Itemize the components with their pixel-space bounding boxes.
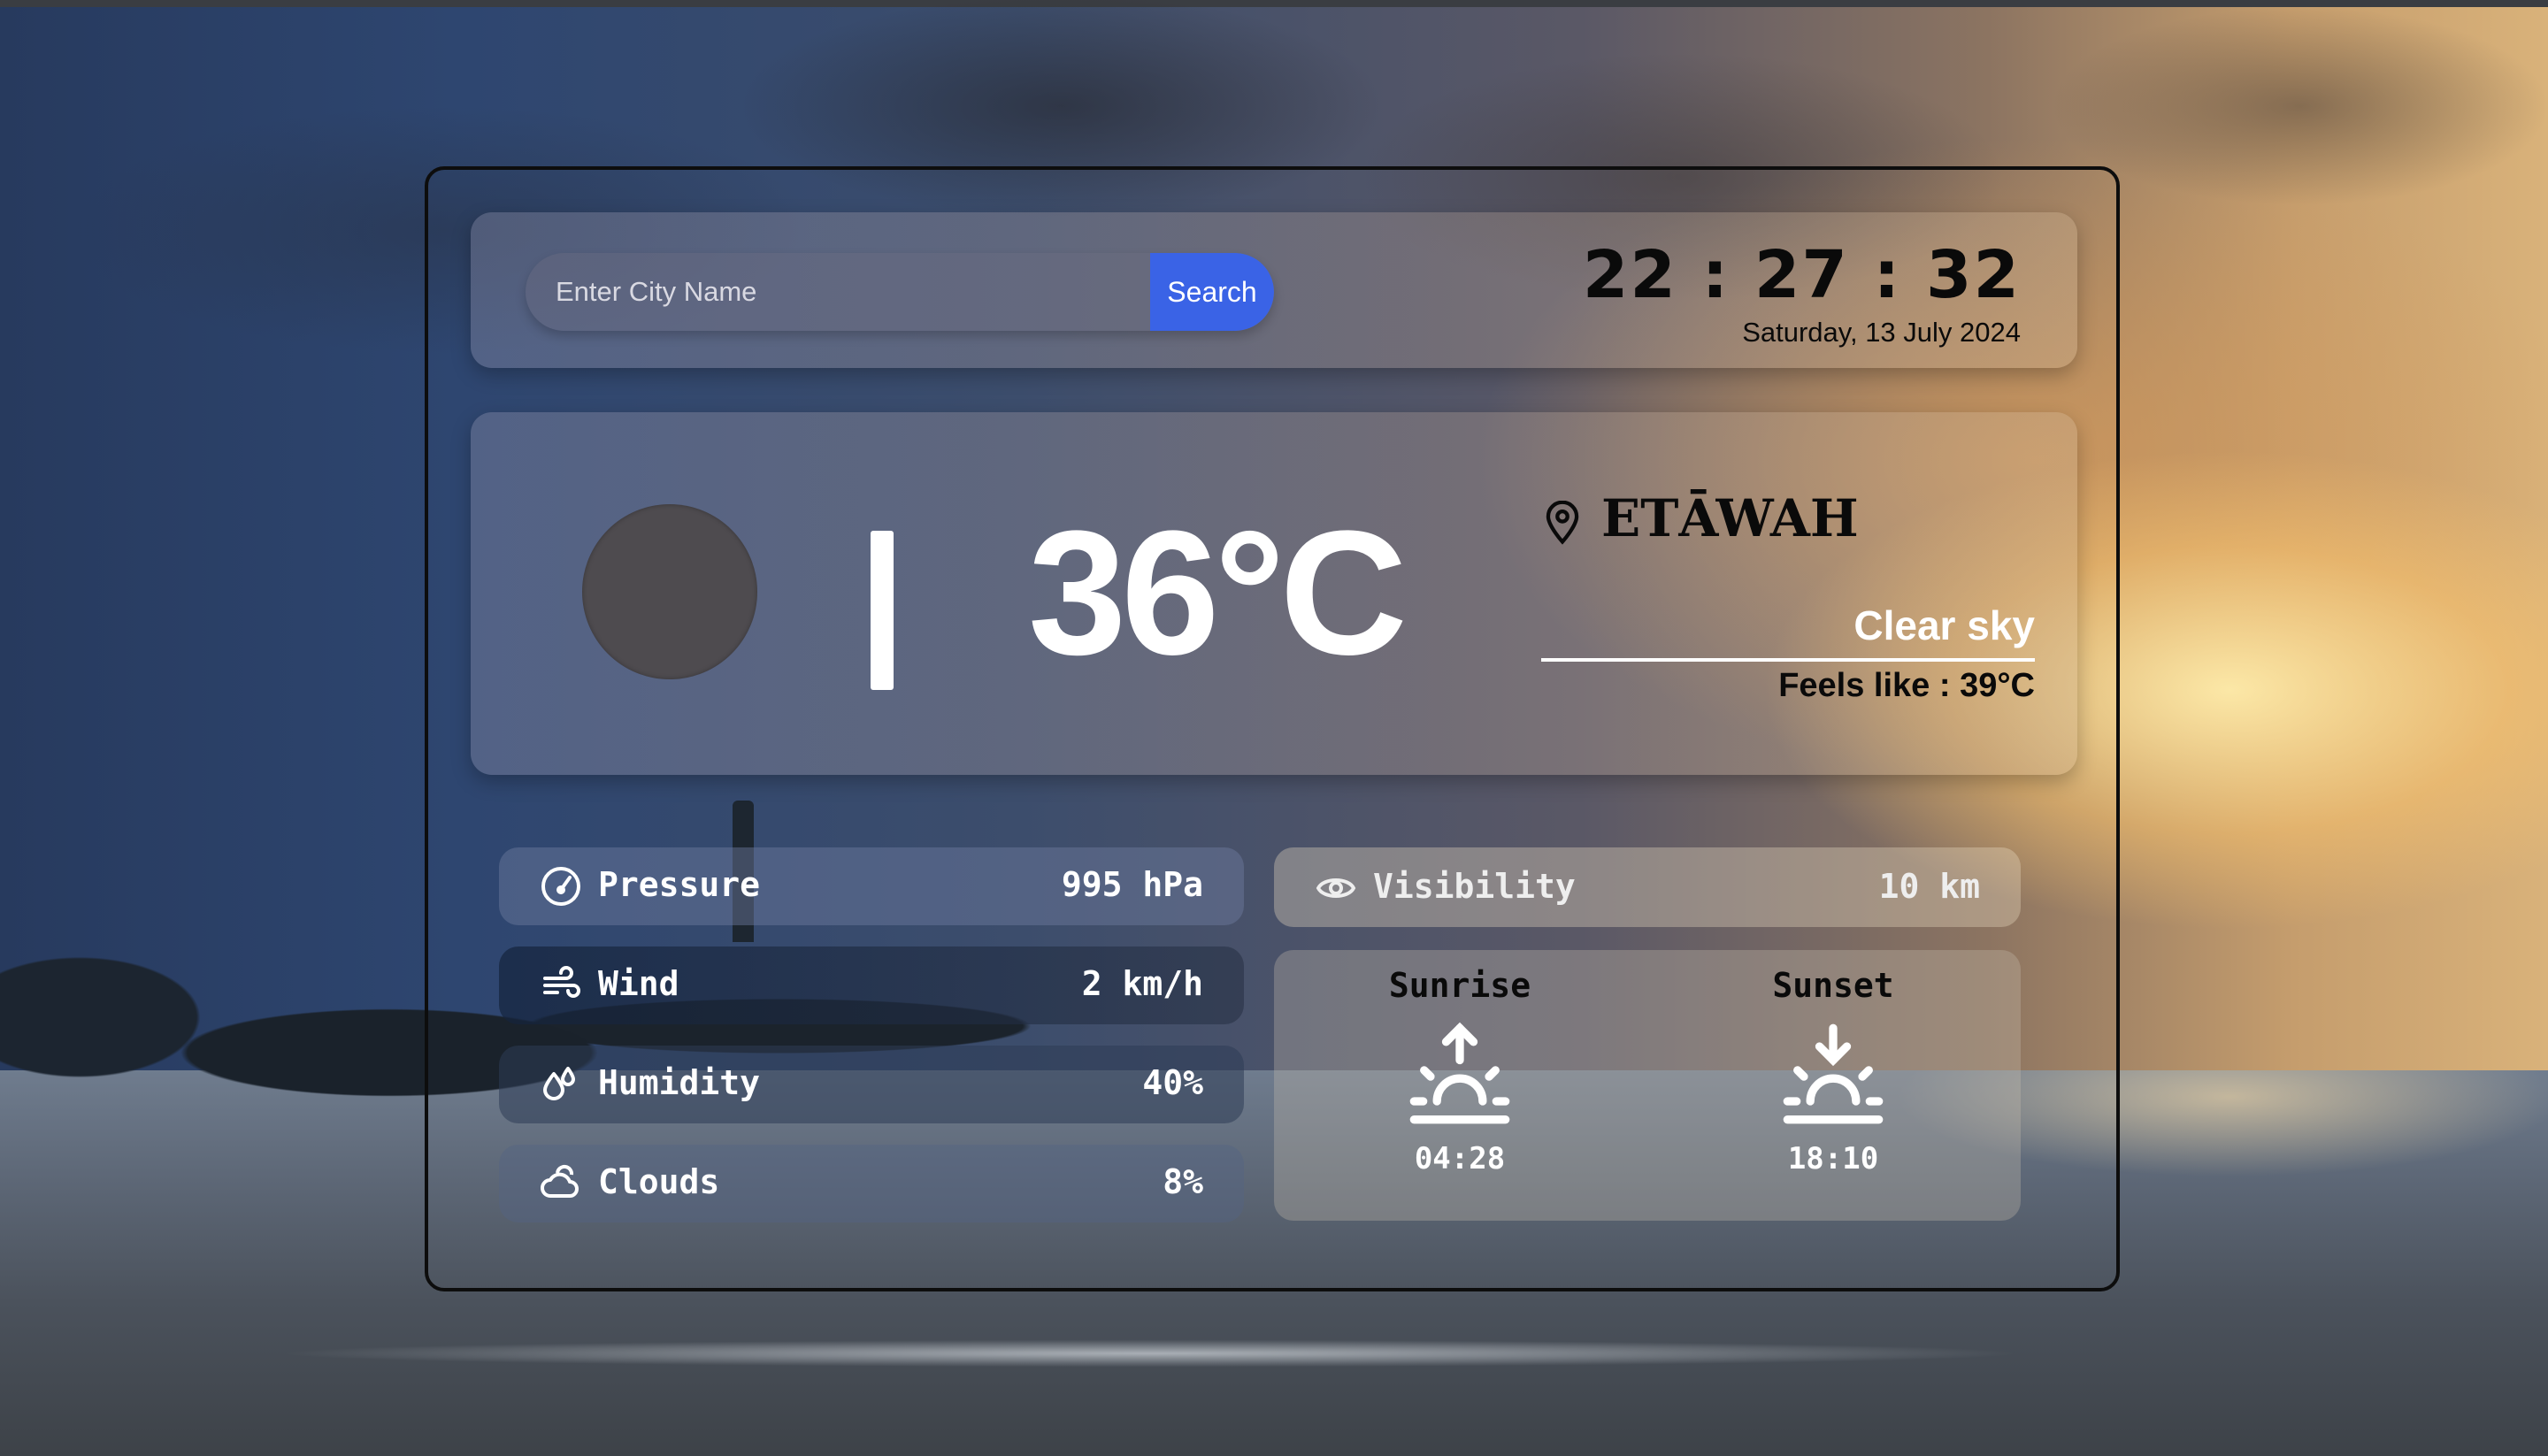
stat-value: 995 hPa (1061, 865, 1203, 904)
stat-row-visibility: Visibility 10 km (1274, 847, 2021, 927)
clock-date: Saturday, 13 July 2024 (1742, 317, 2021, 348)
search-bar: Search (526, 253, 1274, 331)
city-name: ETĀWAH (1601, 488, 1859, 548)
gauge-icon (541, 867, 580, 906)
sunset-icon (1783, 1023, 1884, 1124)
current-weather-card: 36°C ETĀWAH Clear sky Feels like : 39°C (471, 412, 2077, 775)
stat-value: 40% (1142, 1063, 1203, 1102)
clock-time: 22 : 27 : 32 (1582, 237, 2021, 313)
sunset-column: Sunset 18:10 (1700, 966, 1966, 1176)
weather-condition-icon (582, 504, 757, 679)
stat-label: Pressure (598, 865, 761, 904)
city-search-input[interactable] (526, 253, 1150, 331)
stat-value: 8% (1163, 1162, 1203, 1201)
wind-icon (543, 966, 580, 998)
sunrise-time: 04:28 (1414, 1141, 1506, 1176)
cloud-icon (541, 1164, 579, 1198)
feels-like: Feels like : 39°C (1778, 667, 2035, 704)
sunset-label: Sunset (1772, 966, 1894, 1005)
search-card: Search 22 : 27 : 32 Saturday, 13 July 20… (471, 212, 2077, 368)
weather-condition: Clear sky (1853, 602, 2035, 648)
sunrise-icon (1409, 1022, 1510, 1124)
stat-row-pressure: Pressure 995 hPa (499, 847, 1244, 925)
stat-label: Visibility (1373, 867, 1576, 906)
stat-label: Wind (598, 964, 679, 1003)
clock: 22 : 27 : 32 Saturday, 13 July 2024 (1583, 237, 2021, 349)
sunrise-label: Sunrise (1388, 966, 1531, 1005)
sun-times-card: Sunrise 04:28 Sunset 18:10 (1274, 950, 2021, 1221)
stat-row-clouds: Clouds 8% (499, 1145, 1244, 1222)
stat-label: Clouds (598, 1162, 720, 1201)
temperature: 36°C (1028, 494, 1408, 692)
sunrise-column: Sunrise 04:28 (1327, 966, 1592, 1176)
location-pin-icon (1546, 501, 1579, 545)
background-foam (0, 1327, 2548, 1380)
stat-value: 2 km/h (1081, 964, 1203, 1003)
search-button[interactable]: Search (1150, 253, 1274, 331)
stat-row-humidity: Humidity 40% (499, 1046, 1244, 1123)
separator-bar (871, 531, 894, 690)
stat-value: 10 km (1878, 867, 1980, 906)
droplets-icon (543, 1067, 575, 1100)
condition-underline (1541, 658, 2035, 662)
stat-row-wind: Wind 2 km/h (499, 946, 1244, 1024)
eye-icon (1316, 878, 1356, 898)
stat-label: Humidity (598, 1063, 761, 1102)
sunset-time: 18:10 (1787, 1141, 1879, 1176)
